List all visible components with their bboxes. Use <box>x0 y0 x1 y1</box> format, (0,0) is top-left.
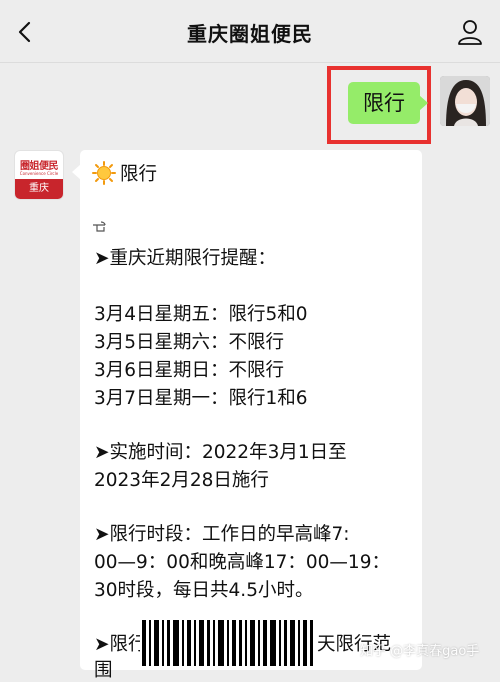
day-line: 3月6日星期日：不限行 <box>94 360 285 381</box>
incoming-message-bubble[interactable]: 限行 ➤重庆近期限行提醒： 3月4日星期五：限行5和0 3月5日星期六：不限行 … <box>72 150 422 681</box>
barcode-overlay <box>140 620 315 666</box>
period-line: ➤实施时间：2022年3月1日至 <box>94 442 347 463</box>
logo-city: 重庆 <box>15 179 63 199</box>
period-line: 2023年2月28日施行 <box>94 470 269 491</box>
logo-title: 圈姐便民 <box>20 161 59 172</box>
avatar-photo-icon <box>440 76 490 126</box>
sun-emoji-icon <box>92 161 116 185</box>
hours-line: 00—9：00和晚高峰17：00—19： <box>94 552 390 573</box>
pointing-hand-icon <box>93 221 106 232</box>
day-line: 3月4日星期五：限行5和0 <box>94 304 308 325</box>
reminder-heading: ➤重庆近期限行提醒： <box>94 248 277 269</box>
day-line: 3月7日星期一：限行1和6 <box>94 388 308 409</box>
day-line: 3月5日星期六：不限行 <box>94 332 285 353</box>
sender-avatar[interactable]: 圈姐便民 Convenience Circle 重庆 <box>14 150 64 200</box>
message-title: 限行 <box>120 164 158 185</box>
self-avatar[interactable] <box>440 76 490 126</box>
user-profile-icon[interactable] <box>456 18 484 46</box>
nav-bar: 重庆圈姐便民 <box>0 0 500 63</box>
chat-title: 重庆圈姐便民 <box>187 22 313 46</box>
hours-line: ➤限行时段：工作日的早高峰7: <box>94 524 350 545</box>
logo-subtitle: Convenience Circle <box>19 171 59 176</box>
hours-line: 30时段，每日共4.5小时。 <box>94 580 314 601</box>
watermark: 知乎 @李真春gao手 <box>360 644 480 659</box>
outgoing-message-bubble[interactable]: 限行 <box>348 82 428 124</box>
